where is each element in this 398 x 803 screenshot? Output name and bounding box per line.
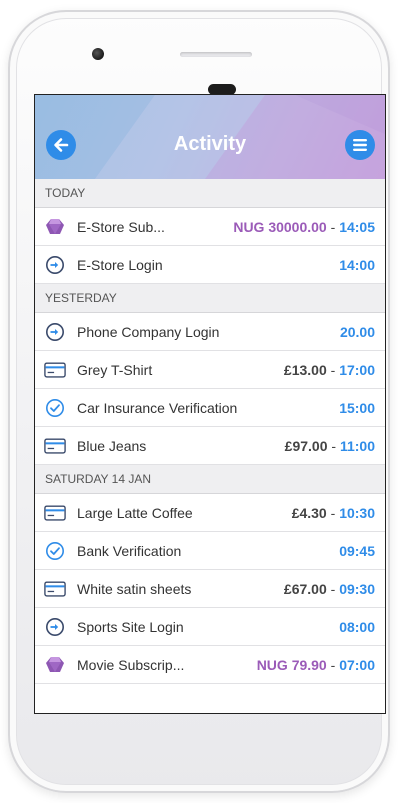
activity-row[interactable]: White satin sheets £67.00 - 09:30: [35, 570, 385, 608]
activity-row[interactable]: Large Latte Coffee £4.30 - 10:30: [35, 494, 385, 532]
activity-amount: £97.00: [284, 437, 328, 454]
activity-row[interactable]: Phone Company Login 20.00: [35, 313, 385, 351]
earpiece-speaker: [180, 52, 252, 57]
gem-icon: [44, 217, 66, 237]
activity-label: E-Store Login: [77, 256, 163, 273]
activity-value: £13.00 - 17:00: [284, 362, 375, 378]
activity-label: Car Insurance Verification: [77, 399, 238, 416]
separator-dash: -: [326, 361, 340, 378]
activity-label: Large Latte Coffee: [77, 504, 193, 521]
activity-amount: NUG 79.90: [256, 656, 327, 673]
section-heading: YESTERDAY: [35, 284, 385, 313]
activity-row[interactable]: Bank Verification 09:45: [35, 532, 385, 570]
activity-time: 15:00: [339, 399, 375, 416]
login-icon: [44, 255, 66, 275]
section-heading: SATURDAY 14 JAN: [35, 465, 385, 494]
activity-time: 11:00: [339, 437, 375, 454]
login-icon: [44, 617, 66, 637]
activity-time: 07:00: [339, 656, 375, 673]
activity-value: £4.30 - 10:30: [292, 505, 375, 521]
activity-amount: £13.00: [283, 361, 327, 378]
menu-button[interactable]: [345, 130, 375, 160]
activity-label: Blue Jeans: [77, 437, 147, 454]
activity-value: £67.00 - 09:30: [284, 581, 375, 597]
activity-time: 10:30: [339, 504, 375, 521]
card-icon: [44, 503, 66, 523]
activity-value: £97.00 - 11:00: [285, 438, 375, 454]
activity-value: 09:45: [339, 543, 375, 559]
separator-dash: -: [326, 656, 340, 673]
activity-time: 14:00: [339, 256, 375, 273]
page-title: Activity: [173, 133, 247, 155]
header-bar: Activity: [35, 95, 385, 179]
activity-list: TODAY E-Store Sub... NUG 30000.00 - 14:05 E…: [35, 179, 385, 684]
activity-time: 17:00: [339, 361, 375, 378]
section-heading: TODAY: [35, 179, 385, 208]
activity-row[interactable]: E-Store Sub... NUG 30000.00 - 14:05: [35, 208, 385, 246]
activity-value: 20.00: [340, 324, 375, 340]
separator-dash: -: [326, 580, 340, 597]
activity-amount: £4.30: [291, 504, 327, 521]
card-icon: [44, 436, 66, 456]
activity-row[interactable]: Car Insurance Verification 15:00: [35, 389, 385, 427]
activity-amount: NUG 30000.00: [233, 218, 327, 235]
activity-row[interactable]: E-Store Login 14:00: [35, 246, 385, 284]
activity-value: 14:00: [339, 257, 375, 273]
activity-value: NUG 30000.00 - 14:05: [233, 219, 375, 235]
activity-row[interactable]: Sports Site Login 08:00: [35, 608, 385, 646]
activity-label: Movie Subscrip...: [77, 656, 185, 673]
card-icon: [44, 360, 66, 380]
activity-value: 15:00: [339, 400, 375, 416]
gem-icon: [44, 655, 66, 675]
app-screen: Activity TODAY E-Store Sub... NUG 30000.00…: [34, 94, 386, 714]
activity-label: Phone Company Login: [77, 323, 220, 340]
activity-value: 08:00: [339, 619, 375, 635]
activity-label: White satin sheets: [77, 580, 192, 597]
activity-time: 20.00: [339, 323, 375, 340]
activity-label: Sports Site Login: [77, 618, 184, 635]
separator-dash: -: [326, 218, 340, 235]
activity-time: 14:05: [339, 218, 375, 235]
activity-row[interactable]: Movie Subscrip... NUG 79.90 - 07:00: [35, 646, 385, 684]
activity-time: 08:00: [339, 618, 375, 635]
separator-dash: -: [326, 504, 340, 521]
front-camera: [92, 48, 104, 60]
activity-amount: £67.00: [283, 580, 327, 597]
login-icon: [44, 322, 66, 342]
activity-time: 09:30: [339, 580, 375, 597]
separator-dash: -: [327, 437, 340, 454]
hamburger-menu-icon: [353, 139, 367, 151]
activity-label: E-Store Sub...: [77, 218, 165, 235]
activity-row[interactable]: Blue Jeans £97.00 - 11:00: [35, 427, 385, 465]
card-icon: [44, 579, 66, 599]
activity-time: 09:45: [339, 542, 375, 559]
activity-row[interactable]: Grey T-Shirt £13.00 - 17:00: [35, 351, 385, 389]
check-icon: [44, 541, 66, 561]
check-icon: [44, 398, 66, 418]
activity-label: Grey T-Shirt: [77, 361, 153, 378]
activity-value: NUG 79.90 - 07:00: [257, 657, 375, 673]
activity-label: Bank Verification: [77, 542, 182, 559]
